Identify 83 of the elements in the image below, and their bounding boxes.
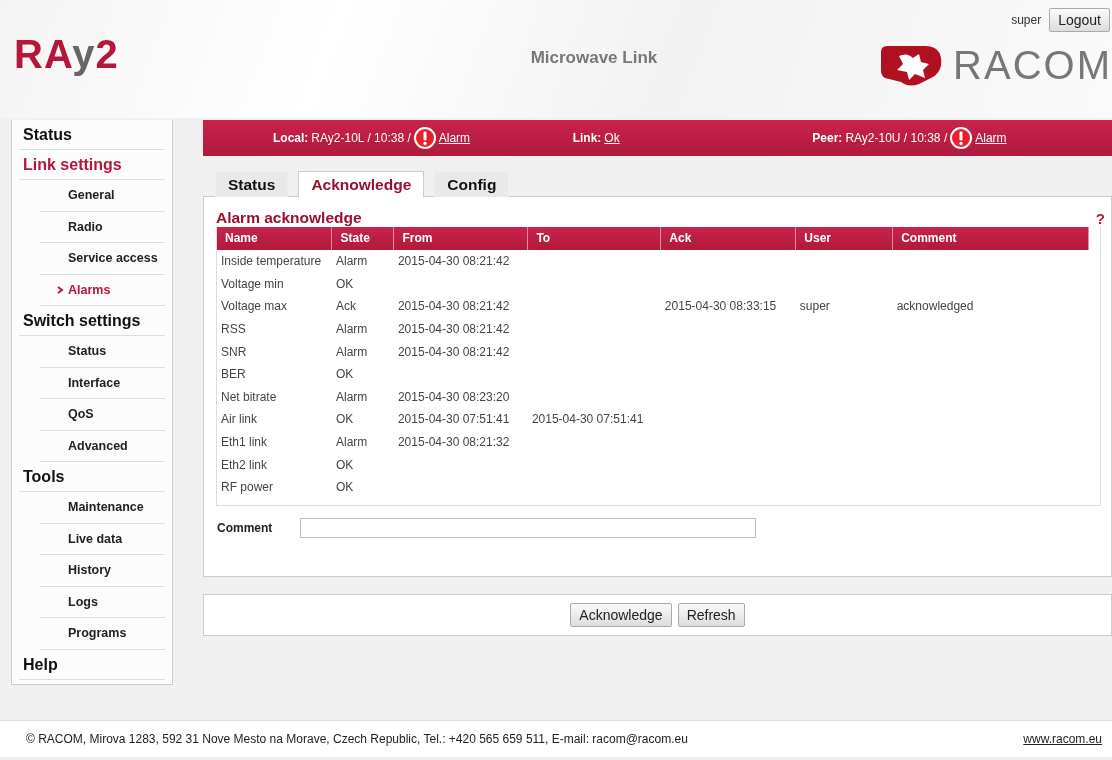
table-cell-text: OK	[335, 411, 355, 429]
sidebar-item[interactable]: Logs	[68, 594, 98, 609]
table-cell-text: OK	[335, 479, 355, 497]
table-cell-text: RF power	[220, 479, 274, 497]
footer-address: © RACOM, Mirova 1283, 592 31 Nove Mesto na Morave, Czech Republic, Tel.: +420 565 659 511, E-mail: racom@racom.eu	[26, 732, 688, 746]
status-label: Local:	[273, 131, 309, 145]
website-link[interactable]: www.racom.eu	[1023, 732, 1102, 746]
table-cell-text: 2015-04-30 08:21:32	[396, 434, 511, 452]
table-cell-text: OK	[335, 275, 355, 293]
tab[interactable]: Status	[215, 171, 289, 197]
table-cell-text: 2015-04-30 07:51:41	[396, 411, 511, 429]
product-logo: RAy2	[14, 31, 119, 77]
sidebar-item[interactable]: History	[68, 563, 112, 578]
action-button[interactable]: Acknowledge	[570, 603, 672, 627]
table-cell-text: SNR	[220, 343, 248, 361]
table-cell-text: OK	[335, 456, 355, 474]
table-cell-text: Ack	[335, 298, 357, 316]
table-cell-text: 2015-04-30 07:51:41	[530, 411, 645, 429]
table-cell-text: 2015-04-30 08:21:42	[396, 343, 511, 361]
column-header: User	[795, 227, 893, 250]
comment-field[interactable]	[300, 517, 757, 538]
logout-button[interactable]: Logout	[1049, 8, 1110, 32]
table-cell-text: Voltage min	[220, 275, 285, 293]
table-cell: 2015-04-30 08:21:42	[393, 250, 528, 273]
table-cell-text: 2015-04-30 08:23:20	[396, 388, 511, 406]
sidebar-item[interactable]: General	[68, 188, 115, 203]
column-header: From	[393, 227, 528, 250]
sidebar-item[interactable]: Status	[68, 344, 107, 359]
table-cell-text: 2015-04-30 08:21:42	[396, 321, 511, 339]
page-title: Microwave Link	[530, 48, 658, 68]
comment-label: Comment	[217, 520, 273, 535]
column-header: Comment	[892, 227, 1089, 250]
user-name: super	[1011, 13, 1042, 27]
column-header: Name	[217, 227, 332, 250]
sidebar-item[interactable]: QoS	[68, 407, 94, 422]
table-cell-text: Alarm	[335, 434, 369, 452]
sidebar-section[interactable]: Help	[19, 649, 165, 680]
table-cell-text: BER	[220, 366, 247, 384]
status-label: Peer:	[812, 131, 843, 145]
table-cell-text: super	[798, 298, 831, 316]
sidebar-item[interactable]: Live data	[68, 531, 123, 546]
table-cell-text: Alarm	[335, 388, 369, 406]
tab[interactable]: Config	[434, 171, 510, 197]
table-cell-text: Net bitrate	[220, 388, 278, 406]
table-cell-text: Voltage max	[220, 298, 289, 316]
action-button[interactable]: Refresh	[677, 603, 745, 627]
sidebar-item[interactable]: Programs	[68, 626, 127, 641]
company-logo: RACOM	[953, 45, 1112, 85]
table-cell-text: 2015-04-30 08:21:42	[396, 298, 511, 316]
panel-title: Alarm acknowledge	[216, 209, 362, 227]
sidebar-item[interactable]: Alarms	[68, 282, 111, 297]
table-cell: Inside temperature	[217, 250, 332, 273]
table-cell-text: Air link	[220, 411, 258, 429]
column-header: State	[332, 227, 394, 250]
status-link[interactable]: Alarm	[975, 131, 1007, 145]
sidebar-item[interactable]: Service access	[68, 251, 158, 266]
table-cell-text: 2015-04-30 08:33:15	[663, 298, 778, 316]
sidebar-section[interactable]: Link settings	[19, 150, 165, 180]
status-value: RAy2-10L / 10:38 /	[311, 131, 411, 145]
status-value: RAy2-10U / 10:38 /	[845, 131, 948, 145]
sidebar-item[interactable]: Advanced	[68, 438, 128, 453]
sidebar-section[interactable]: Tools	[19, 462, 165, 492]
tab[interactable]: Acknowledge	[298, 171, 425, 197]
sidebar-section[interactable]: Switch settings	[19, 306, 165, 336]
help-link[interactable]: ?	[1095, 210, 1105, 227]
status-link[interactable]: Ok	[604, 131, 620, 145]
table-cell-text: acknowledged	[895, 298, 975, 316]
chevron-icon	[56, 285, 64, 294]
table-cell-text: RSS	[220, 321, 247, 339]
table-cell-text: Eth2 link	[220, 456, 269, 474]
table-cell: Alarm	[332, 250, 394, 273]
sidebar-item[interactable]: Maintenance	[68, 500, 144, 515]
status-label: Link:	[572, 131, 602, 145]
table-cell-text: Alarm	[335, 343, 369, 361]
table-cell-text: OK	[335, 366, 355, 384]
sidebar-item[interactable]: Radio	[68, 219, 103, 234]
column-header: To	[527, 227, 661, 250]
table-cell-text: Eth1 link	[220, 434, 269, 452]
sidebar-section[interactable]: Status	[19, 120, 165, 150]
table-cell-text: Alarm	[335, 321, 369, 339]
column-header: Ack	[660, 227, 796, 250]
status-link[interactable]: Alarm	[438, 131, 471, 145]
sidebar-item[interactable]: Interface	[68, 375, 121, 390]
